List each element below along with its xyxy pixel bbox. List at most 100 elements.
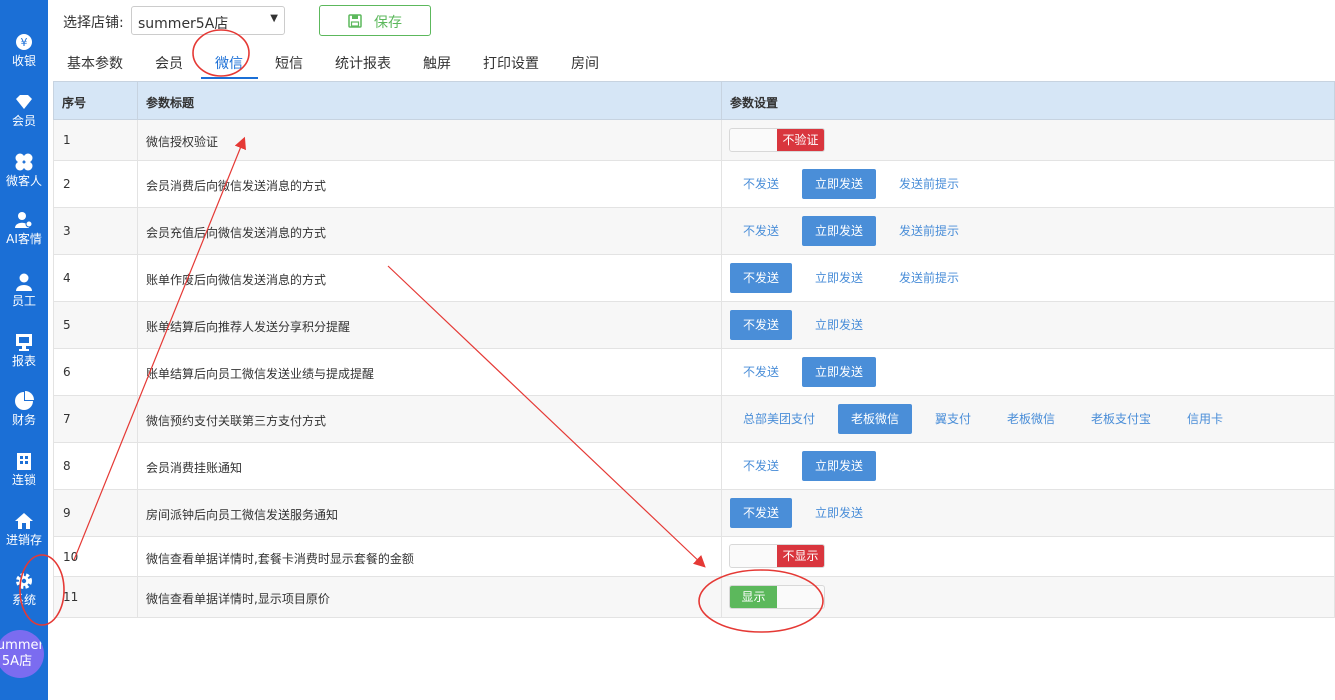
- option-not-send[interactable]: 不发送: [730, 357, 792, 387]
- clover-icon: [15, 153, 33, 171]
- column-divider: [137, 349, 138, 396]
- store-select-value: summer5A店: [138, 16, 229, 32]
- sidebar-item-wechat-guest[interactable]: 微客人: [0, 152, 48, 210]
- table-row: 7 微信预约支付关联第三方支付方式 总部美团支付 老板微信 翼支付 老板微信 老…: [53, 396, 1335, 443]
- column-divider: [721, 490, 722, 537]
- option-send-now[interactable]: 立即发送: [802, 498, 876, 528]
- option-send-now[interactable]: 立即发送: [802, 357, 877, 387]
- avatar[interactable]: summer5A店: [0, 630, 44, 678]
- option-prompt-before-send[interactable]: 发送前提示: [886, 263, 972, 293]
- sidebar-item-label: AI客情: [6, 232, 42, 246]
- column-divider: [137, 537, 138, 577]
- option-boss-wechat-2[interactable]: 老板微信: [994, 404, 1068, 434]
- option-send-now[interactable]: 立即发送: [802, 310, 876, 340]
- table-header: 序号 参数标题 参数设置: [53, 81, 1335, 121]
- floppy-disk-icon: [348, 14, 362, 28]
- row-title: 账单结算后向推荐人发送分享积分提醒: [146, 320, 351, 334]
- option-boss-alipay[interactable]: 老板支付宝: [1078, 404, 1164, 434]
- person-icon: [16, 273, 32, 291]
- column-divider: [137, 577, 138, 618]
- tab-wechat[interactable]: 微信: [215, 53, 243, 73]
- show-package-amount-toggle[interactable]: 不显示: [729, 544, 825, 568]
- column-divider: [137, 396, 138, 443]
- sidebar-item-label: 员工: [11, 294, 36, 308]
- header-setting: 参数设置: [730, 96, 779, 110]
- show-original-price-toggle[interactable]: 显示: [729, 585, 825, 609]
- option-hq-meituan-pay[interactable]: 总部美团支付: [730, 404, 828, 434]
- toggle-off-label: 不验证: [777, 129, 824, 151]
- option-bestpay[interactable]: 翼支付: [922, 404, 984, 434]
- gear-icon: [16, 573, 32, 589]
- row-number: 2: [63, 177, 71, 191]
- row-title: 房间派钟后向员工微信发送服务通知: [146, 508, 339, 522]
- option-credit-card[interactable]: 信用卡: [1174, 404, 1236, 434]
- tab-touchscreen[interactable]: 触屏: [423, 53, 451, 73]
- avatar-text: summer5A店: [0, 638, 44, 669]
- option-send-now[interactable]: 立即发送: [802, 263, 876, 293]
- column-divider: [137, 302, 138, 349]
- row-number: 9: [63, 506, 71, 520]
- table-row: 6 账单结算后向员工微信发送业绩与提成提醒 不发送 立即发送: [53, 349, 1335, 396]
- row-title: 微信预约支付关联第三方支付方式: [146, 414, 327, 428]
- sidebar-item-label: 财务: [11, 413, 36, 427]
- option-send-now[interactable]: 立即发送: [802, 451, 877, 481]
- tab-sms[interactable]: 短信: [275, 53, 303, 73]
- sidebar-item-inventory[interactable]: 进销存: [0, 511, 48, 569]
- option-not-send[interactable]: 不发送: [730, 451, 792, 481]
- sidebar-item-staff[interactable]: 员工: [0, 272, 48, 330]
- building-icon: [17, 453, 31, 470]
- tab-print-settings[interactable]: 打印设置: [483, 53, 539, 73]
- option-send-now[interactable]: 立即发送: [802, 216, 877, 246]
- column-divider: [721, 120, 722, 161]
- column-divider: [137, 443, 138, 490]
- tab-member[interactable]: 会员: [155, 53, 183, 73]
- tab-basic-params[interactable]: 基本参数: [67, 53, 123, 73]
- save-button[interactable]: 保存: [319, 5, 431, 36]
- option-not-send[interactable]: 不发送: [730, 310, 793, 340]
- tab-stat-report[interactable]: 统计报表: [335, 53, 391, 73]
- tab-room[interactable]: 房间: [571, 53, 599, 73]
- row-number: 7: [63, 412, 71, 426]
- sidebar-item-ai[interactable]: AI客情: [0, 210, 48, 268]
- sidebar-item-finance[interactable]: 财务: [0, 391, 48, 449]
- user-gear-icon: [15, 212, 33, 228]
- row-number: 5: [63, 318, 71, 332]
- store-select[interactable]: summer5A店 ▼: [131, 6, 285, 35]
- option-prompt-before-send[interactable]: 发送前提示: [886, 169, 972, 199]
- table-row: 3 会员充值后向微信发送消息的方式 不发送 立即发送 发送前提示: [53, 208, 1335, 255]
- option-send-now[interactable]: 立即发送: [802, 169, 877, 199]
- column-divider: [721, 208, 722, 255]
- option-not-send[interactable]: 不发送: [730, 169, 792, 199]
- auth-verify-toggle[interactable]: 不验证: [729, 128, 825, 152]
- toggle-off-label: 不显示: [777, 545, 824, 567]
- option-not-send[interactable]: 不发送: [730, 263, 793, 293]
- column-divider: [137, 120, 138, 161]
- column-divider: [721, 349, 722, 396]
- row-title: 会员充值后向微信发送消息的方式: [146, 226, 327, 240]
- sidebar-item-label: 进销存: [5, 533, 42, 547]
- option-not-send[interactable]: 不发送: [730, 216, 792, 246]
- toggle-on-label: 显示: [730, 586, 777, 608]
- sidebar-item-system[interactable]: 系统: [0, 571, 48, 629]
- sidebar-item-chain[interactable]: 连锁: [0, 451, 48, 509]
- column-divider: [137, 161, 138, 208]
- sidebar-item-label: 连锁: [11, 473, 36, 487]
- sidebar-item-report[interactable]: 报表: [0, 332, 48, 390]
- sidebar-item-cashier[interactable]: ¥ 收银: [0, 32, 48, 90]
- row-number: 1: [63, 133, 71, 147]
- table-row: 9 房间派钟后向员工微信发送服务通知 不发送 立即发送: [53, 490, 1335, 537]
- table-row: 5 账单结算后向推荐人发送分享积分提醒 不发送 立即发送: [53, 302, 1335, 349]
- column-divider: [137, 490, 138, 537]
- option-boss-wechat[interactable]: 老板微信: [838, 404, 913, 434]
- option-prompt-before-send[interactable]: 发送前提示: [886, 216, 972, 246]
- sidebar-item-label: 微客人: [5, 174, 42, 188]
- chevron-down-icon: ▼: [270, 13, 278, 24]
- column-divider: [137, 82, 138, 121]
- pie-icon: [15, 391, 34, 410]
- option-not-send[interactable]: 不发送: [730, 498, 793, 528]
- row-number: 3: [63, 224, 71, 238]
- monitor-icon: [16, 334, 32, 351]
- column-divider: [721, 537, 722, 577]
- column-divider: [721, 161, 722, 208]
- sidebar-item-member[interactable]: 会员: [0, 92, 48, 150]
